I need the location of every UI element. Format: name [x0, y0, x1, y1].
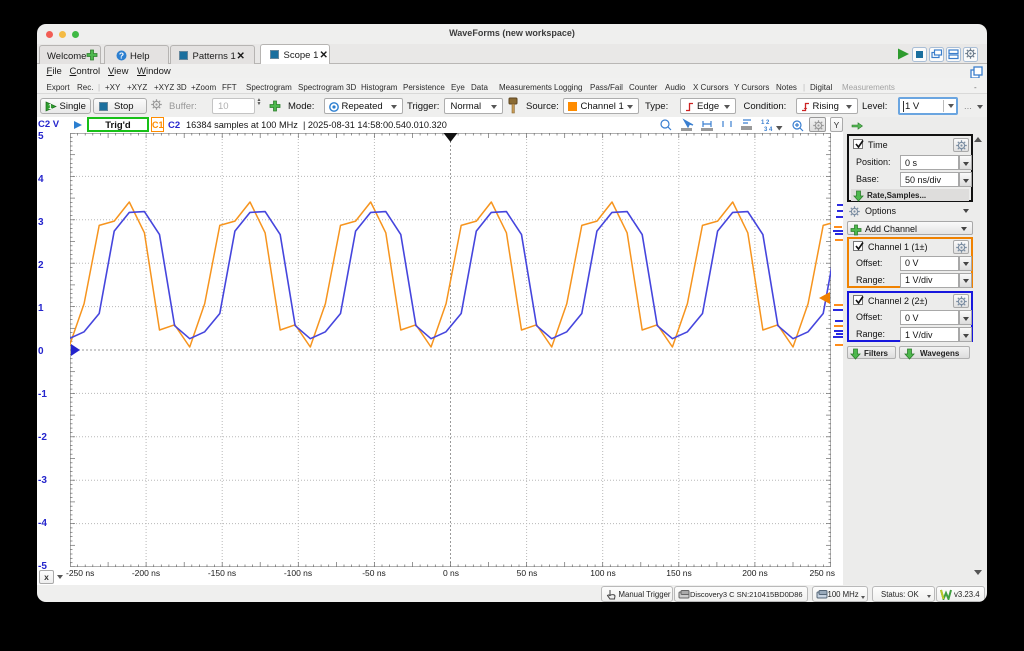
- svg-text:1 2: 1 2: [761, 120, 770, 126]
- svg-text:?: ?: [119, 51, 124, 61]
- svg-text:1: 1: [48, 104, 52, 111]
- svg-text:3 4: 3 4: [764, 127, 773, 132]
